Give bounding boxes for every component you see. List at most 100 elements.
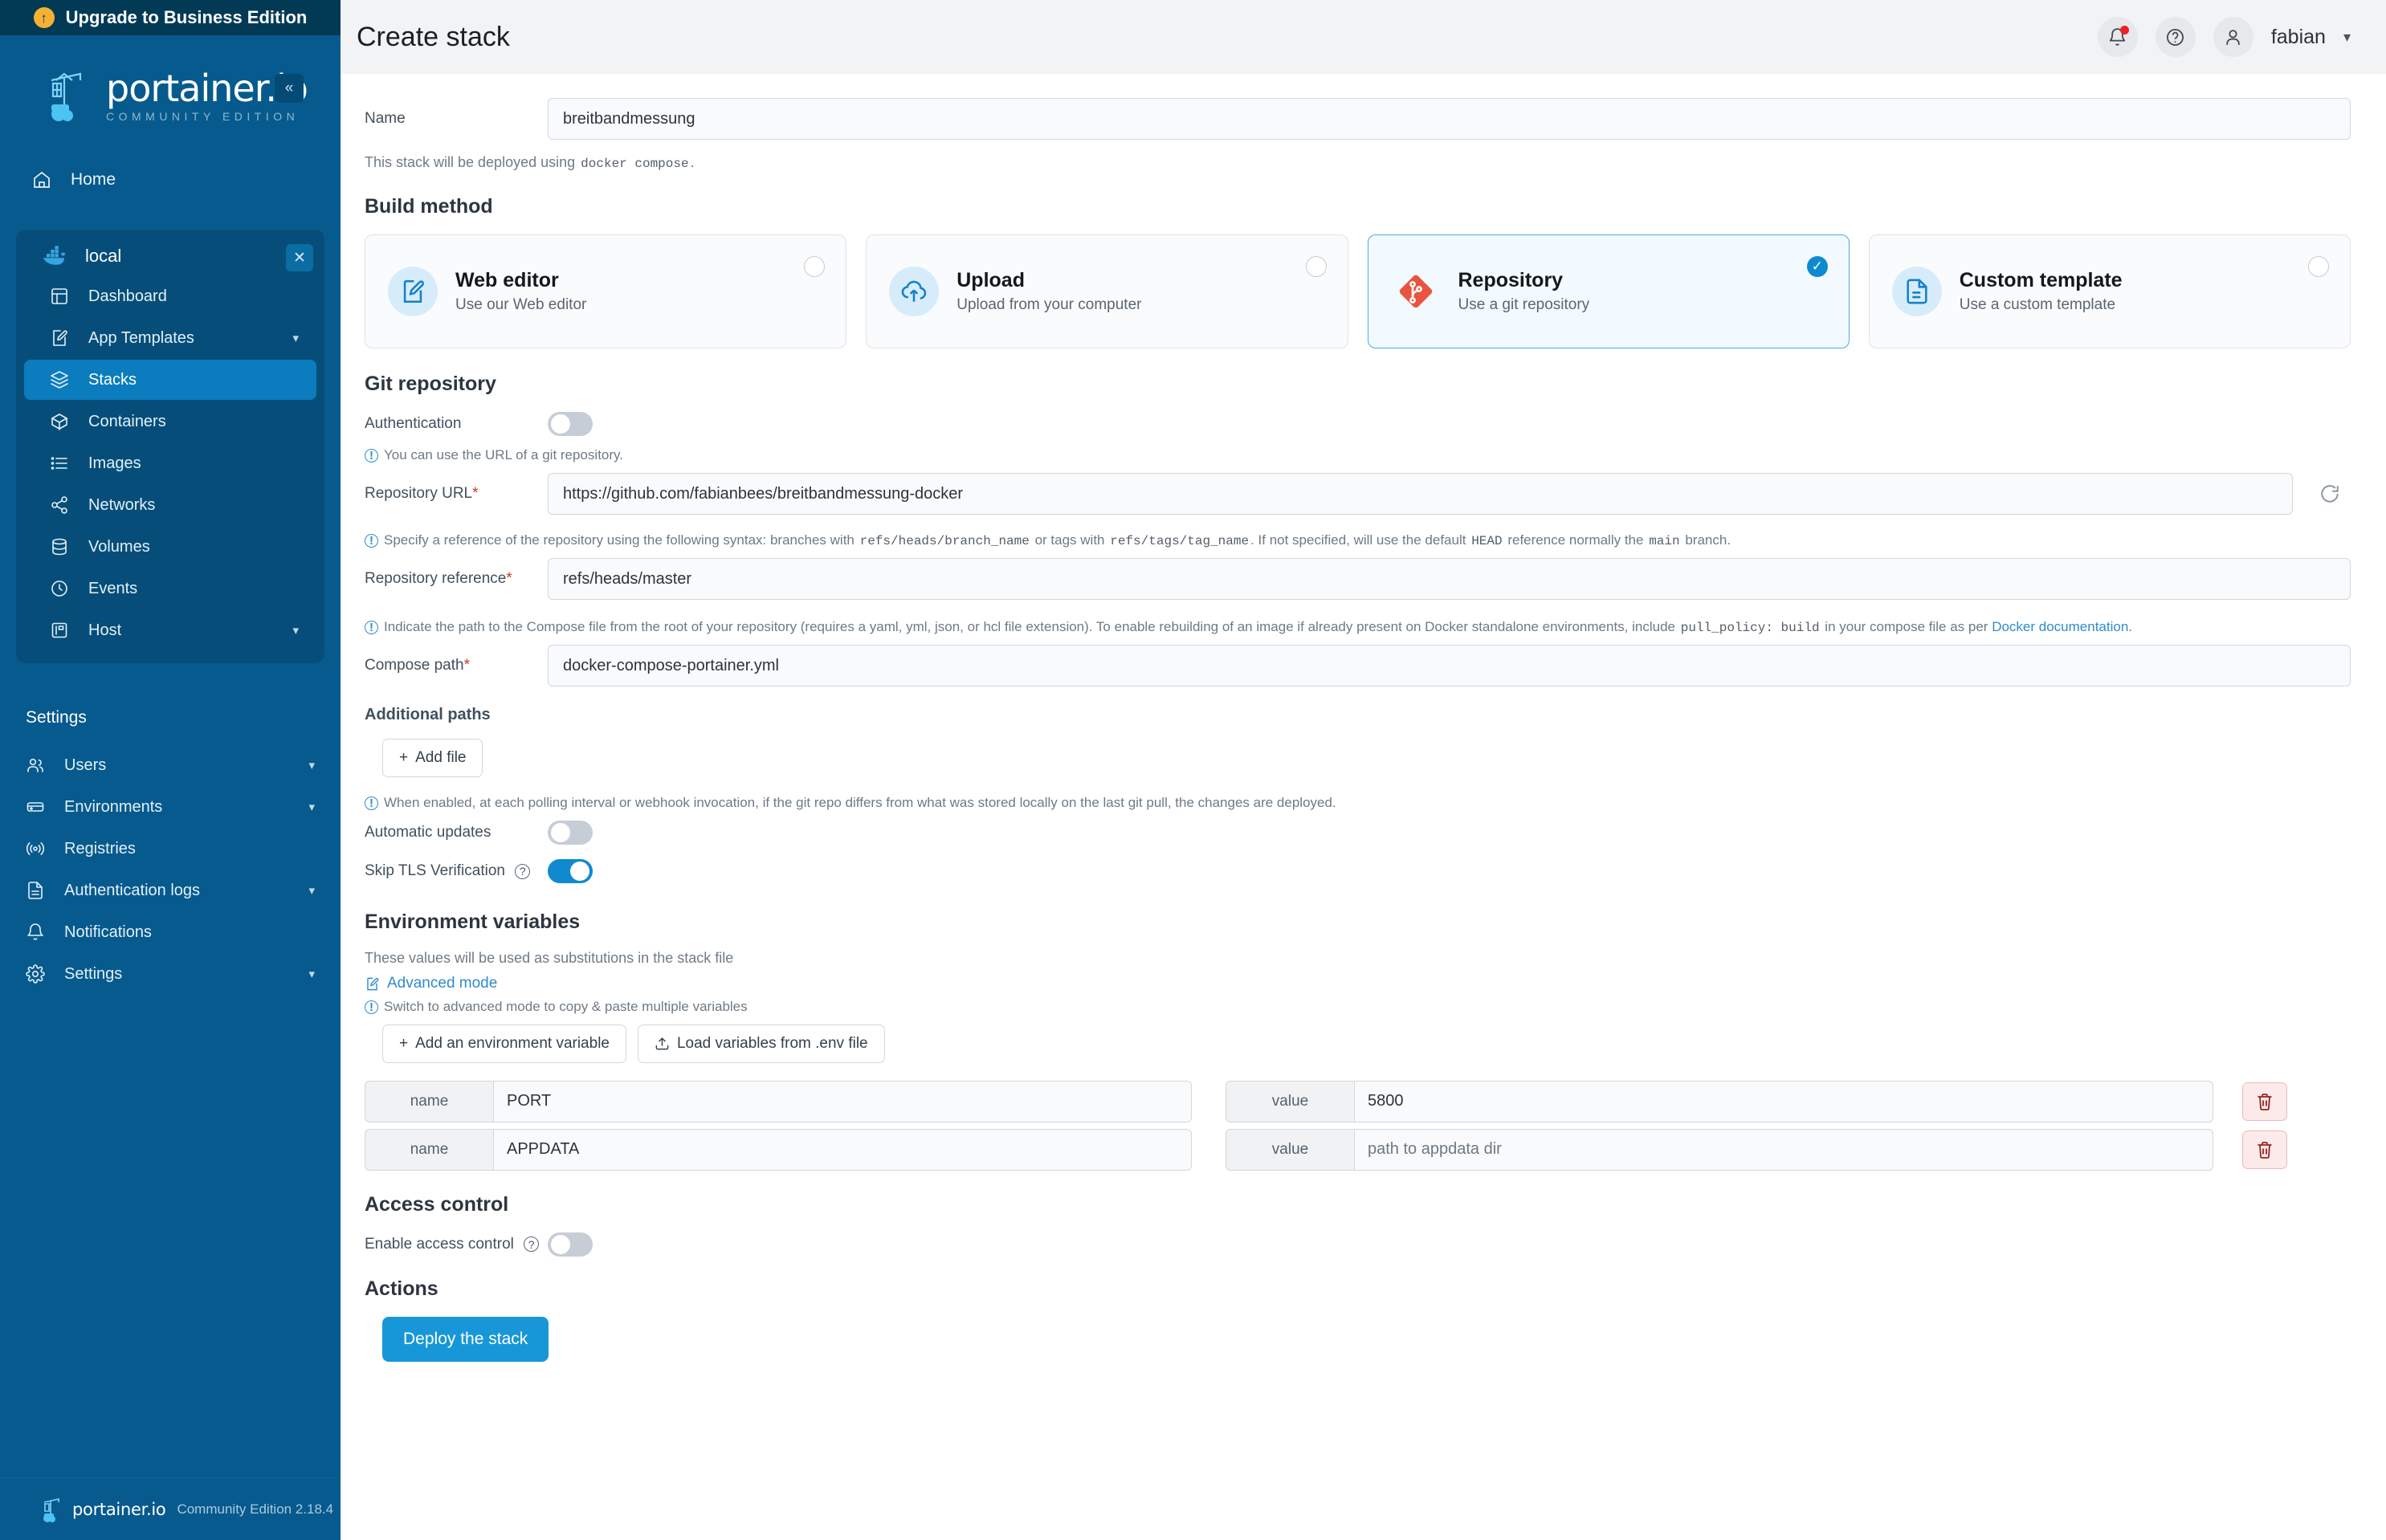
authentication-toggle[interactable] <box>548 412 593 436</box>
upgrade-banner-label: Upgrade to Business Edition <box>66 7 308 28</box>
refresh-repository-button[interactable] <box>2309 473 2351 515</box>
brand-edition: COMMUNITY EDITION <box>106 110 308 123</box>
build-method-title-2: Repository <box>1458 269 1590 292</box>
add-environment-variable-label: Add an environment variable <box>415 1035 610 1053</box>
sidebar-item-host[interactable]: Host▾ <box>24 610 316 650</box>
server-icon <box>50 621 69 640</box>
add-environment-variable-button[interactable]: + Add an environment variable <box>382 1025 626 1063</box>
delete-environment-variable-button[interactable] <box>2242 1082 2287 1121</box>
add-file-button[interactable]: + Add file <box>382 739 483 777</box>
upgrade-banner[interactable]: ↑ Upgrade to Business Edition <box>0 0 341 35</box>
user-avatar[interactable] <box>2213 17 2253 57</box>
enable-access-control-toggle[interactable] <box>548 1232 593 1257</box>
sidebar-item-app-templates[interactable]: App Templates▾ <box>24 318 316 358</box>
repository-url-input[interactable] <box>548 473 2293 515</box>
help-button[interactable] <box>2156 17 2196 57</box>
automatic-updates-row: Automatic updates <box>365 821 2351 845</box>
topbar-actions: fabian ▾ <box>2098 17 2351 57</box>
additional-paths-title: Additional paths <box>365 706 2351 724</box>
sidebar-item-label: Containers <box>88 413 299 431</box>
sidebar-item-home[interactable]: Home <box>0 159 341 201</box>
sidebar-item-volumes[interactable]: Volumes <box>24 527 316 567</box>
sidebar-item-settings[interactable]: Settings▾ <box>8 954 332 994</box>
build-method-radio-0[interactable] <box>804 256 825 277</box>
sidebar-item-label: Authentication logs <box>64 882 289 900</box>
env-var-value-input[interactable] <box>1354 1081 2213 1122</box>
info-icon: ! <box>365 621 378 634</box>
build-method-custom-template[interactable]: Custom template Use a custom template <box>1869 234 2351 348</box>
load-env-file-label: Load variables from .env file <box>677 1035 868 1053</box>
env-var-value-group: value <box>1226 1081 2213 1122</box>
authentication-row: Authentication <box>365 412 2351 436</box>
compose-path-label-text: Compose path <box>365 657 464 674</box>
stack-name-row: Name <box>365 98 2351 140</box>
edit-icon <box>365 976 380 992</box>
sidebar-item-stacks[interactable]: Stacks <box>24 360 316 400</box>
ref-hint-code-3: HEAD <box>1470 534 1503 548</box>
upload-icon <box>655 1036 670 1051</box>
build-method-radio-1[interactable] <box>1306 256 1327 277</box>
notifications-button[interactable] <box>2098 17 2138 57</box>
sidebar-item-environments[interactable]: Environments▾ <box>8 787 332 827</box>
env-var-name-input[interactable] <box>493 1081 1192 1122</box>
env-var-name-group: name <box>365 1081 1192 1122</box>
ref-hint-code-1: refs/heads/branch_name <box>859 534 1031 548</box>
env-var-value-input[interactable] <box>1354 1129 2213 1171</box>
env-var-name-input[interactable] <box>493 1129 1192 1171</box>
compose-path-input[interactable] <box>548 645 2351 686</box>
sidebar-item-images[interactable]: Images <box>24 443 316 483</box>
environment-block: local ✕ DashboardApp Templates▾StacksCon… <box>16 230 324 663</box>
stack-name-input[interactable] <box>548 98 2351 140</box>
advanced-mode-link[interactable]: Advanced mode <box>365 975 497 992</box>
toggle-knob <box>570 862 589 881</box>
sidebar-item-networks[interactable]: Networks <box>24 485 316 525</box>
access-control-help-icon[interactable]: ? <box>524 1236 539 1252</box>
collapse-sidebar-button[interactable]: « <box>275 74 304 103</box>
build-method-radio-3[interactable] <box>2308 256 2329 277</box>
user-menu-chevron-down-icon[interactable]: ▾ <box>2343 29 2351 46</box>
environment-close-button[interactable]: ✕ <box>286 244 313 271</box>
environment-nav-list: Dashboard App Templates▾ Stacks Containers I… <box>16 276 324 650</box>
add-file-label: Add file <box>415 749 466 767</box>
sidebar-item-label: Networks <box>88 496 299 515</box>
automatic-updates-toggle[interactable] <box>548 821 593 845</box>
sidebar-item-registries[interactable]: Registries <box>8 829 332 869</box>
build-method-radio-2[interactable]: ✓ <box>1807 256 1828 277</box>
environment-variables-title: Environment variables <box>365 911 2351 934</box>
plus-icon: + <box>399 749 408 767</box>
build-method-repository[interactable]: Repository Use a git repository ✓ <box>1368 234 1850 348</box>
deploy-stack-button[interactable]: Deploy the stack <box>382 1317 549 1362</box>
sidebar-item-notifications[interactable]: Notifications <box>8 912 332 952</box>
sidebar-item-dashboard[interactable]: Dashboard <box>24 276 316 316</box>
load-env-file-button[interactable]: Load variables from .env file <box>638 1025 885 1063</box>
sidebar-item-label: Stacks <box>88 371 299 389</box>
delete-environment-variable-button[interactable] <box>2242 1131 2287 1169</box>
skip-tls-row: Skip TLS Verification ? <box>365 859 2351 883</box>
required-mark: * <box>506 570 512 587</box>
build-method-title: Build method <box>365 195 2351 218</box>
build-method-title-0: Web editor <box>455 269 586 292</box>
skip-tls-toggle[interactable] <box>548 859 593 883</box>
sidebar-item-authentication-logs[interactable]: Authentication logs▾ <box>8 870 332 911</box>
sidebar-item-label: App Templates <box>88 329 273 348</box>
compose-path-label: Compose path* <box>365 657 548 674</box>
build-method-upload[interactable]: Upload Upload from your computer <box>866 234 1348 348</box>
person-icon <box>2223 27 2243 47</box>
stack-name-label: Name <box>365 110 548 128</box>
docker-documentation-link[interactable]: Docker documentation. <box>1992 619 2132 634</box>
automatic-updates-hint: ! When enabled, at each polling interval… <box>365 795 2351 811</box>
ref-hint-part-3: . If not specified, will use the default <box>1250 532 1466 548</box>
refresh-icon <box>2319 483 2340 504</box>
build-method-desc-3: Use a custom template <box>1960 296 2123 314</box>
page-title: Create stack <box>357 22 510 53</box>
web-editor-icon <box>388 267 438 316</box>
git-icon <box>1391 267 1441 316</box>
build-method-web-editor[interactable]: Web editor Use our Web editor <box>365 234 846 348</box>
skip-tls-help-icon[interactable]: ? <box>515 864 530 879</box>
sidebar-item-events[interactable]: Events <box>24 568 316 609</box>
repository-reference-input[interactable] <box>548 558 2351 600</box>
compose-hint-part-2: in your compose file as per <box>1825 619 1988 634</box>
sidebar-item-containers[interactable]: Containers <box>24 401 316 442</box>
sidebar-item-users[interactable]: Users▾ <box>8 745 332 785</box>
sidebar-item-label: Dashboard <box>88 287 299 306</box>
